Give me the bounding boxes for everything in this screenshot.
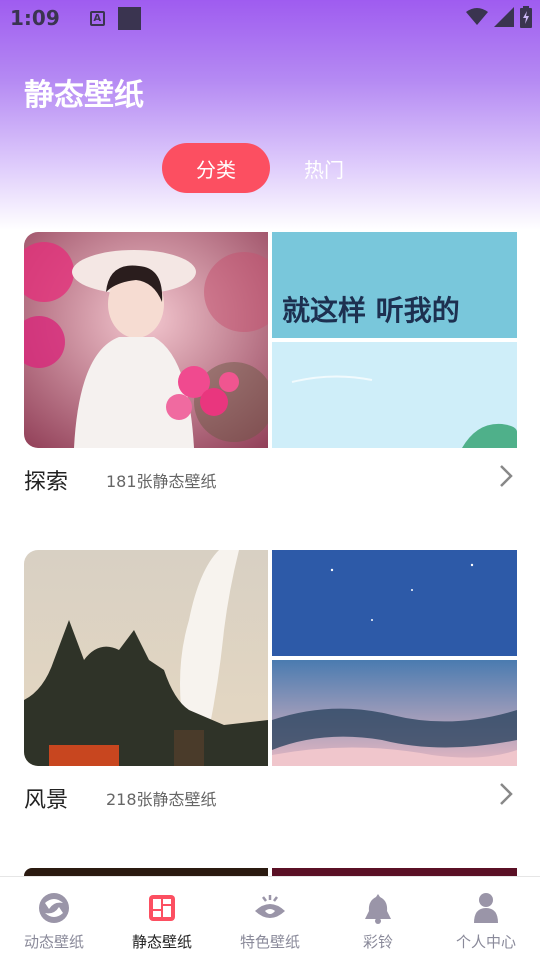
landscape-thumbnail-bottom[interactable] (272, 660, 517, 766)
status-time: 1:09 (10, 6, 60, 30)
status-icons (466, 6, 532, 28)
landscape-thumbnail-top[interactable] (272, 550, 517, 656)
dynamic-wallpaper-icon (39, 893, 69, 923)
section-name-landscape: 风景 (24, 788, 69, 813)
chevron-right-icon[interactable] (497, 780, 517, 808)
clouds-image (272, 660, 517, 766)
nav-label-featured: 特色壁纸 (239, 933, 300, 951)
girl-flowers-image (24, 232, 268, 448)
explore-thumbnail-top[interactable]: 就这样 听我的 (272, 232, 517, 338)
static-wallpaper-icon (149, 895, 175, 921)
next-category-thumbnail-right[interactable] (272, 868, 517, 876)
nav-label-static: 静态壁纸 (131, 933, 192, 951)
section-count-landscape: 218张静态壁纸 (106, 790, 217, 809)
banner-image: 就这样 听我的 (272, 232, 517, 338)
banner-text: 就这样 听我的 (282, 294, 460, 327)
section-name-explore: 探索 (24, 470, 69, 495)
tab-category[interactable]: 分类 (162, 143, 270, 193)
eye-crown-icon (255, 895, 285, 918)
tab-popular[interactable]: 热门 (270, 143, 378, 193)
nav-dynamic-wallpaper[interactable]: 动态壁纸 (0, 877, 108, 960)
explore-main-thumbnail[interactable] (24, 232, 268, 448)
nav-profile[interactable]: 个人中心 (432, 877, 540, 960)
section-count-explore: 181张静态壁纸 (106, 472, 217, 491)
wifi-icon (466, 8, 488, 25)
nav-static-wallpaper[interactable]: 静态壁纸 (108, 877, 216, 960)
signal-icon (494, 7, 514, 27)
nav-label-ringtone: 彩铃 (362, 933, 393, 951)
next-category-thumbnail-left[interactable] (24, 868, 268, 876)
battery-icon (520, 6, 532, 28)
night-sky-image (272, 550, 517, 656)
bottom-nav: 动态壁纸 静态壁纸 特色壁纸 彩铃 个人中心 (0, 876, 540, 960)
bell-icon (365, 894, 391, 924)
keyboard-notification-icon: A (89, 10, 105, 26)
landscape-main-thumbnail[interactable] (24, 550, 268, 766)
page-title: 静态壁纸 (24, 78, 144, 113)
nav-label-dynamic: 动态壁纸 (23, 933, 84, 951)
status-bar: 1:09 A (0, 0, 540, 36)
sky-image (272, 342, 517, 448)
notification-square-icon (117, 6, 141, 30)
nav-ringtone[interactable]: 彩铃 (324, 877, 432, 960)
explore-thumbnail-bottom[interactable] (272, 342, 517, 448)
nav-featured-wallpaper[interactable]: 特色壁纸 (216, 877, 324, 960)
category-landscape[interactable]: 风景 218张静态壁纸 (24, 550, 517, 813)
nav-label-profile: 个人中心 (455, 933, 516, 951)
balloon-flame-image (24, 550, 268, 766)
category-explore[interactable]: 就这样 听我的 探索 181张静态壁纸 (24, 232, 517, 495)
chevron-right-icon[interactable] (497, 462, 517, 490)
person-icon (474, 893, 498, 923)
category-tabs: 分类 热门 (162, 143, 378, 193)
